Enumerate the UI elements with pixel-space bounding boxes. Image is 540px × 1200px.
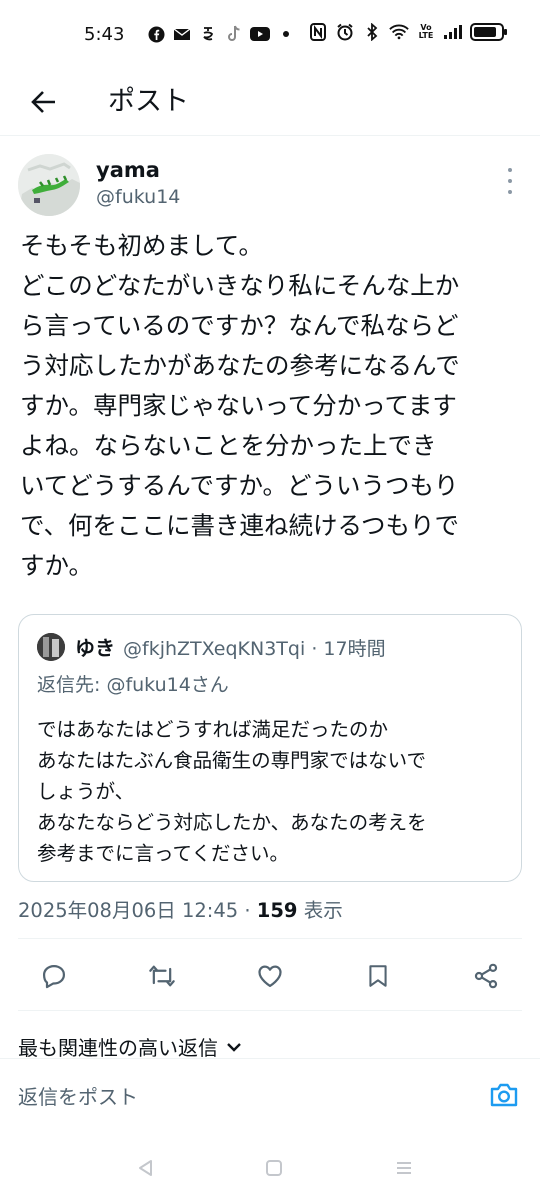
bookmark-button[interactable] [358,956,398,996]
status-bar: 5:43 Vo LTE [0,0,540,70]
nfc-icon [308,22,328,42]
system-nav-bar [0,1146,540,1192]
more-dot-icon [508,190,512,194]
more-options-button[interactable] [500,168,520,194]
repost-icon [149,965,175,987]
share-button[interactable] [466,956,506,996]
nav-home-button[interactable] [262,1156,286,1180]
dot-icon [276,24,296,44]
post-meta: 2025年08月06日 12:45 · 159 表示 [18,894,343,923]
quote-text-line: あなたはたぶん食品衛生の専門家ではないで [37,749,427,772]
triangle-back-icon [139,1160,152,1176]
quote-text-line: あなたならどう対応したか、あなたの考えを [37,811,427,834]
system-icons: Vo LTE [308,22,507,42]
signal-icon [443,22,463,42]
tweet-text-line: ら言っているのですか？なんで私ならど [20,311,459,340]
volte-icon: Vo LTE [416,22,436,42]
youtube-icon [250,24,270,44]
user-handle[interactable]: @fuku14 [96,186,180,208]
reply-sort-dropdown[interactable]: 最も関連性の高い返信 [18,1032,242,1061]
battery-icon [470,23,507,41]
quote-display-name: ゆき [75,636,115,660]
square-home-icon [266,1160,282,1176]
action-bar [0,956,540,996]
share-icon [474,963,498,989]
like-icon [258,965,282,988]
facebook-icon [146,24,166,44]
tweet-text-line: すか。 [20,551,94,580]
views-count: 159 [256,899,298,922]
notification-icons [146,24,296,44]
quote-separator: · [311,638,318,660]
reply-button[interactable] [34,956,74,996]
wifi-icon [389,22,409,42]
quote-text-line: しょうが、 [37,780,135,803]
reply-composer: 返信をポスト [0,1058,540,1136]
status-time: 5:43 [84,24,125,45]
more-dot-icon [508,168,512,172]
volte-label-bottom: LTE [418,31,434,40]
bluetooth-icon [362,22,382,42]
quote-handle: @fkjhZTXeqKN3Tqi [123,638,306,660]
mail-icon [172,24,192,44]
tweet-text-line: いてどうするんですか。どういうつもり [20,471,459,500]
divider [18,1010,522,1011]
camera-icon [490,1083,518,1107]
chevron-down-icon [227,1042,241,1052]
tweet-text-line: どこのどなたがいきなり私にそんな上か [20,271,460,300]
tweet-text-line: そもそも初めまして。 [20,231,264,260]
post-timestamp[interactable]: 2025年08月06日 12:45 [18,899,238,922]
more-dot-icon [508,179,512,183]
alarm-icon [335,22,355,42]
quote-text: ではあなたはどうすれば満足だったのか あなたはたぶん食品衛生の専門家ではないで … [37,714,507,869]
top-app-bar: ポスト [0,70,540,136]
arrow-left-icon [31,91,55,113]
divider [18,938,522,939]
like-button[interactable] [250,956,290,996]
quote-avatar [37,633,65,661]
app-icon [198,24,218,44]
meta-separator: · [244,899,251,922]
avatar[interactable] [18,154,80,216]
reply-input[interactable]: 返信をポスト [18,1081,138,1110]
repost-button[interactable] [142,956,182,996]
tweet-text: そもそも初めまして。 どこのどなたがいきなり私にそんな上か ら言っているのですか… [20,226,525,586]
quoted-post-card[interactable]: ゆき @fkjhZTXeqKN3Tqi · 17時間 返信先: @fuku14さ… [18,614,522,882]
nav-back-button[interactable] [134,1156,158,1180]
reply-icon [42,964,66,989]
nav-menu-button[interactable] [392,1156,416,1180]
views-label: 表示 [303,899,343,922]
tweet-text-line: で、何をここに書き連ね続けるつもりで [20,511,460,540]
camera-button[interactable] [488,1079,520,1111]
quote-text-line: ではあなたはどうすれば満足だったのか [37,718,389,741]
bookmark-icon [369,965,387,987]
quote-meta: @fkjhZTXeqKN3Tqi · 17時間 [123,634,386,661]
tiktok-icon [224,24,244,44]
tweet-text-line: よね。ならないことを分かった上でき [20,431,437,460]
back-button[interactable] [24,82,64,122]
quote-text-line: 参考までに言ってください。 [37,842,289,865]
tweet-text-line: すか。専門家じゃないって分かってます [20,391,457,420]
display-name[interactable]: yama [96,158,160,182]
menu-icon [397,1162,411,1174]
battery-level [474,27,496,37]
quote-time: 17時間 [323,638,386,660]
quote-reply-to: 返信先: @fuku14さん [37,674,229,696]
tweet-text-line: う対応したかがあなたの参考になるんで [20,351,460,380]
reply-sort-label: 最も関連性の高い返信 [18,1036,218,1060]
page-title: ポスト [108,86,189,117]
